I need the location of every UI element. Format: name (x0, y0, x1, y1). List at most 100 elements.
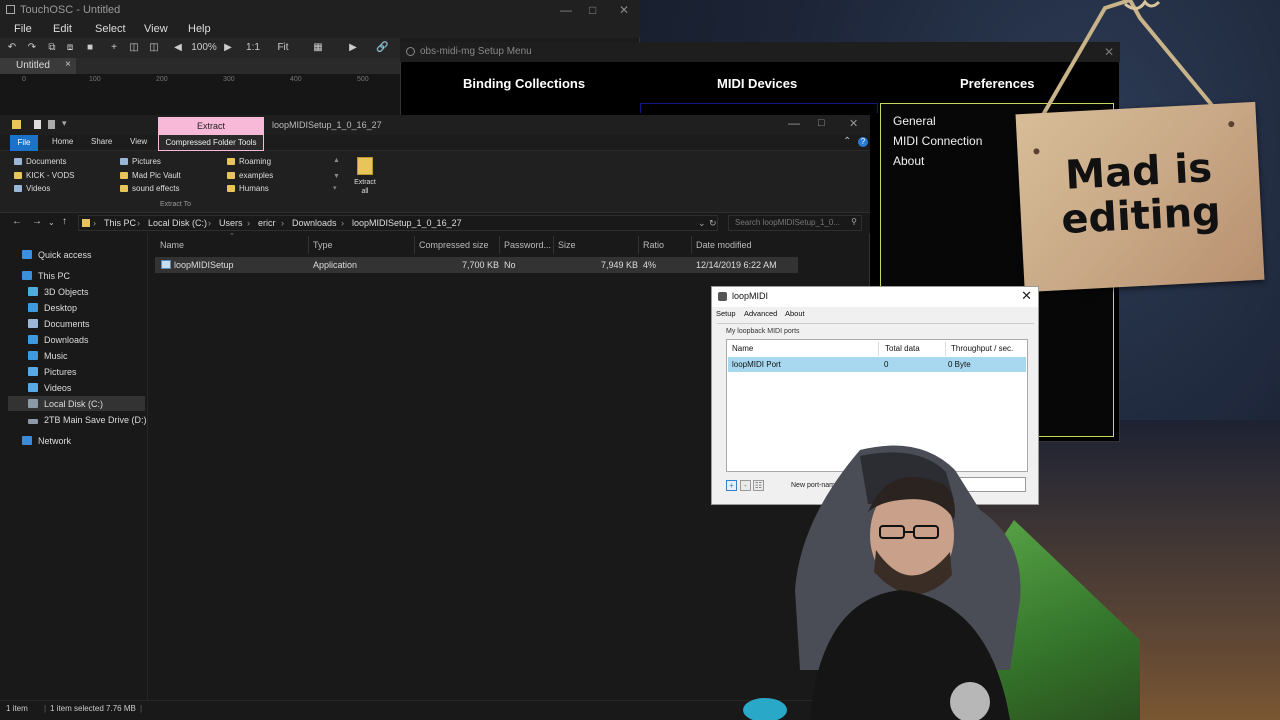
grid-icon[interactable]: ▦ (312, 41, 324, 55)
nav-quick-access[interactable]: Quick access (22, 250, 92, 260)
quick-item[interactable]: KICK - VODS (14, 171, 74, 180)
close-tab-icon[interactable]: × (65, 59, 71, 70)
nav-desktop[interactable]: Desktop (28, 303, 77, 313)
zoom-1-1-button[interactable]: 1:1 (244, 41, 262, 55)
play-icon[interactable]: ▶ (346, 41, 360, 55)
quick-item[interactable]: Pictures (120, 157, 161, 166)
tab-preferences[interactable]: Preferences (960, 76, 1034, 91)
column-divider[interactable] (691, 236, 692, 254)
quick-item[interactable]: Documents (14, 157, 66, 166)
tab-about[interactable]: About (785, 309, 805, 318)
close-icon[interactable]: ✕ (619, 3, 629, 17)
column-divider[interactable] (553, 236, 554, 254)
nav-local-disk[interactable]: Local Disk (C:) (28, 399, 103, 409)
customize-toolbar-icon[interactable]: ▾ (62, 118, 67, 129)
forward-icon[interactable]: → (32, 216, 42, 227)
distribute-icon[interactable]: ◫ (148, 41, 160, 55)
delete-icon[interactable]: ■ (84, 41, 96, 55)
properties-icon[interactable] (34, 120, 41, 129)
column-type[interactable]: Type (313, 240, 333, 250)
breadcrumb-item[interactable]: Local Disk (C:) (148, 218, 207, 228)
nav-pictures[interactable]: Pictures (28, 367, 77, 377)
tab-share[interactable]: Share (91, 137, 112, 146)
zoom-fit-button[interactable]: Fit (274, 41, 292, 55)
breadcrumb-item[interactable]: ericr (258, 218, 276, 228)
search-input[interactable]: Search loopMIDISetup_1_0... ⚲ (728, 215, 862, 231)
new-folder-icon[interactable] (48, 120, 55, 129)
column-divider[interactable] (414, 236, 415, 254)
zoom-out-icon[interactable]: ◀ (172, 41, 184, 55)
tab-midi-devices[interactable]: MIDI Devices (717, 76, 797, 91)
tab-home[interactable]: Home (52, 137, 73, 146)
recent-icon[interactable]: ⌄ (48, 218, 55, 227)
close-icon[interactable]: ✕ (849, 117, 858, 130)
back-icon[interactable]: ← (12, 216, 22, 227)
nav-music[interactable]: Music (28, 351, 68, 361)
redo-icon[interactable]: ↷ (26, 41, 38, 55)
minimize-icon[interactable]: — (560, 3, 572, 17)
column-name[interactable]: Name (160, 240, 184, 250)
address-bar[interactable]: › This PC › Local Disk (C:) › Users › er… (78, 215, 718, 231)
help-icon[interactable]: ? (858, 137, 868, 147)
align-icon[interactable]: ◫ (128, 41, 140, 55)
pref-item-about[interactable]: About (893, 154, 924, 168)
breadcrumb-item[interactable]: This PC (104, 218, 136, 228)
nav-this-pc[interactable]: This PC (22, 271, 70, 281)
scroll-down-icon[interactable]: ▼ (333, 173, 340, 180)
maximize-icon[interactable]: □ (818, 117, 825, 129)
quick-item[interactable]: Videos (14, 184, 50, 193)
extract-all-button[interactable]: Extract all (350, 157, 380, 196)
add-port-button[interactable]: + (726, 480, 737, 491)
undo-icon[interactable]: ↶ (6, 41, 18, 55)
column-divider[interactable] (638, 236, 639, 254)
pref-item-general[interactable]: General (893, 114, 936, 128)
nav-2tb-drive[interactable]: 2TB Main Save Drive (D:) (28, 415, 147, 425)
refresh-icon[interactable]: ↻ (709, 218, 717, 229)
column-divider[interactable] (878, 342, 879, 356)
quick-item[interactable]: Roaming (227, 157, 271, 166)
menu-edit[interactable]: Edit (53, 23, 72, 35)
column-compressed-size[interactable]: Compressed size (419, 240, 489, 250)
column-throughput[interactable]: Throughput / sec. (951, 344, 1013, 353)
up-icon[interactable]: ↑ (62, 216, 67, 227)
file-name[interactable]: loopMIDISetup (174, 260, 234, 270)
menu-select[interactable]: Select (95, 23, 126, 35)
quick-item[interactable]: examples (227, 171, 273, 180)
nav-downloads[interactable]: Downloads (28, 335, 89, 345)
quick-item[interactable]: sound effects (120, 184, 179, 193)
menu-help[interactable]: Help (188, 23, 211, 35)
column-password[interactable]: Password... (504, 240, 551, 250)
nav-3d-objects[interactable]: 3D Objects (28, 287, 89, 297)
breadcrumb-item[interactable]: Downloads (292, 218, 337, 228)
tab-compressed-folder-tools[interactable]: Compressed Folder Tools (158, 135, 264, 151)
pref-item-midi-connection[interactable]: MIDI Connection (893, 134, 982, 148)
nav-videos[interactable]: Videos (28, 383, 71, 393)
link-icon[interactable]: 🔗 (376, 41, 388, 55)
menu-file[interactable]: File (14, 23, 32, 35)
copy-icon[interactable]: ⧉ (46, 41, 58, 55)
menu-view[interactable]: View (144, 23, 168, 35)
tab-binding-collections[interactable]: Binding Collections (463, 76, 585, 91)
add-icon[interactable]: + (108, 41, 120, 55)
quick-item[interactable]: Mad Pic Vault (120, 171, 181, 180)
column-divider[interactable] (945, 342, 946, 356)
quick-item[interactable]: Humans (227, 184, 269, 193)
address-dropdown-icon[interactable]: ⌄ (698, 218, 706, 229)
column-date-modified[interactable]: Date modified (696, 240, 752, 250)
tab-setup[interactable]: Setup (716, 309, 736, 318)
paste-icon[interactable]: ⧈ (64, 41, 76, 55)
tab-advanced[interactable]: Advanced (744, 309, 777, 318)
nav-network[interactable]: Network (22, 436, 71, 446)
column-size[interactable]: Size (558, 240, 576, 250)
minimize-icon[interactable]: — (788, 116, 800, 130)
expand-gallery-icon[interactable]: ▾ (333, 184, 337, 192)
column-divider[interactable] (499, 236, 500, 254)
maximize-icon[interactable]: □ (589, 3, 596, 17)
scroll-up-icon[interactable]: ▲ (333, 157, 340, 164)
tab-view[interactable]: View (130, 137, 147, 146)
column-ratio[interactable]: Ratio (643, 240, 664, 250)
column-total-data[interactable]: Total data (885, 344, 920, 353)
collapse-ribbon-icon[interactable]: ⌃ (843, 136, 851, 147)
close-icon[interactable]: ✕ (1021, 288, 1032, 304)
tab-file[interactable]: File (10, 135, 38, 151)
